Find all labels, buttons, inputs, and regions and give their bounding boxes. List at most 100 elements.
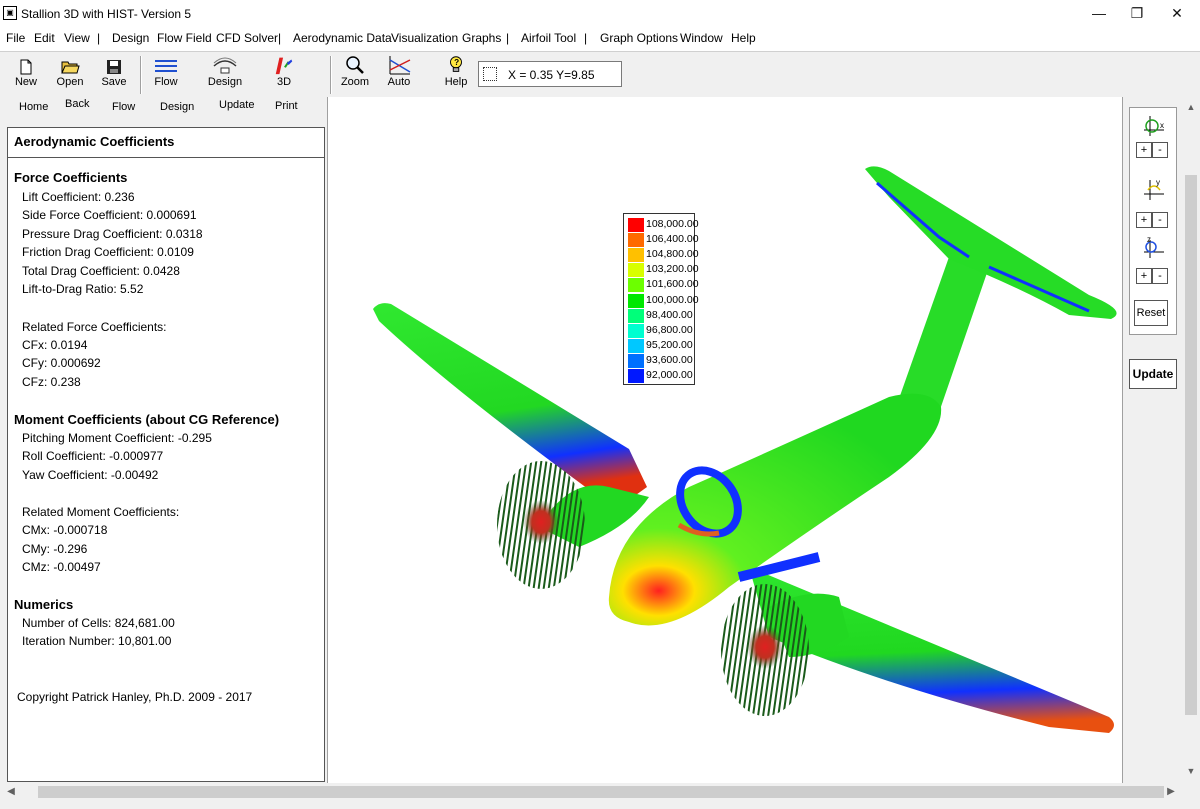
nav-flow[interactable]: Flow	[112, 101, 135, 113]
open-label: Open	[56, 76, 84, 88]
legend-swatch	[628, 369, 644, 383]
design-button[interactable]: Design	[205, 54, 245, 88]
application-window: ▣ Stallion 3D with HIST- Version 5 — ❐ ✕…	[0, 0, 1200, 809]
horizontal-scroll-thumb[interactable]	[38, 786, 1164, 798]
y-rotate-plus-button[interactable]: +	[1136, 212, 1152, 228]
iteration-number: Iteration Number: 10,801.00	[22, 634, 172, 648]
vertical-scroll-thumb[interactable]	[1185, 175, 1197, 715]
horizontal-scrollbar[interactable]: ◀ ▶	[0, 783, 1200, 801]
horizontal-tail	[865, 166, 1117, 319]
new-label: New	[14, 76, 37, 88]
new-button[interactable]: New	[12, 54, 40, 88]
menu-aerodynamic-data[interactable]: Aerodynamic Data	[293, 31, 392, 45]
menu-bar: File Edit View | Design Flow Field CFD S…	[0, 28, 1200, 50]
scroll-right-icon[interactable]: ▶	[1162, 783, 1180, 801]
menu-separator: |	[506, 31, 510, 45]
flow-lines-icon	[155, 60, 177, 72]
scroll-left-icon[interactable]: ◀	[2, 783, 20, 801]
menu-help[interactable]: Help	[731, 31, 756, 45]
pressure-legend: 108,000.00 106,400.00 104,800.00 103,200.00…	[623, 213, 699, 385]
help-label: Help	[444, 76, 468, 88]
x-rotate-minus-button[interactable]: -	[1152, 142, 1168, 158]
help-button[interactable]: ? Help	[442, 54, 470, 88]
roll-coefficient: Roll Coefficient: -0.000977	[22, 449, 164, 463]
auto-button[interactable]: Auto	[384, 54, 414, 88]
z-rotate-minus-button[interactable]: -	[1152, 268, 1168, 284]
new-file-icon	[20, 59, 32, 75]
force-section-title: Force Coefficients	[14, 170, 128, 185]
nav-back[interactable]: Back	[65, 98, 89, 110]
magnifier-icon	[346, 56, 364, 74]
pressure-drag-coefficient: Pressure Drag Coefficient: 0.0318	[22, 227, 203, 241]
3d-viewport[interactable]: 108,000.00 106,400.00 104,800.00 103,200.00…	[329, 97, 1122, 783]
legend-label: 98,400.00	[646, 308, 693, 321]
aircraft-pressure-render	[373, 166, 1117, 733]
legend-row: 100,000.00	[626, 293, 699, 308]
nav-home[interactable]: Home	[19, 101, 48, 113]
menu-graph-options[interactable]: Graph Options	[600, 31, 678, 45]
svg-text:?: ?	[454, 58, 459, 67]
menu-design[interactable]: Design	[112, 31, 149, 45]
cmy-value: CMy: -0.296	[22, 542, 88, 556]
menu-flow-field[interactable]: Flow Field	[157, 31, 212, 45]
3d-button[interactable]: 3D	[268, 54, 300, 88]
lift-coefficient: Lift Coefficient: 0.236	[22, 190, 135, 204]
z-rotate-plus-button[interactable]: +	[1136, 268, 1152, 284]
nav-print[interactable]: Print	[275, 100, 298, 112]
z-axis-rotate-icon: z	[1144, 236, 1164, 258]
zoom-button[interactable]: Zoom	[340, 54, 370, 88]
x-rotate-plus-button[interactable]: +	[1136, 142, 1152, 158]
title-bar: ▣ Stallion 3D with HIST- Version 5 — ❐ ✕	[0, 0, 1200, 28]
menu-graphs[interactable]: Graphs	[462, 31, 501, 45]
scroll-up-icon[interactable]: ▲	[1182, 99, 1200, 115]
nav-update[interactable]: Update	[219, 99, 254, 111]
cmx-value: CMx: -0.000718	[22, 523, 108, 537]
legend-row: 101,600.00	[626, 277, 699, 293]
coefficients-title: Aerodynamic Coefficients	[14, 134, 175, 149]
legend-swatch	[628, 338, 644, 353]
legend-row: 108,000.00	[626, 217, 699, 232]
legend-label: 104,800.00	[646, 248, 699, 261]
toolbar-separator	[140, 56, 142, 94]
copyright-text: Copyright Patrick Hanley, Ph.D. 2009 - 2…	[17, 690, 253, 704]
legend-swatch	[628, 323, 644, 338]
pitching-moment-coefficient: Pitching Moment Coefficient: -0.295	[22, 431, 212, 445]
app-icon: ▣	[3, 6, 17, 20]
close-icon[interactable]: ✕	[1154, 2, 1200, 26]
reset-button[interactable]: Reset	[1134, 300, 1168, 326]
svg-text:y: y	[1156, 178, 1160, 187]
legend-row: 92,000.00	[626, 368, 694, 383]
menu-cfd-solver[interactable]: CFD Solver	[216, 31, 278, 45]
legend-label: 96,800.00	[646, 323, 693, 336]
menu-airfoil-tool[interactable]: Airfoil Tool	[521, 31, 576, 45]
cfy-value: CFy: 0.000692	[22, 356, 101, 370]
update-button[interactable]: Update	[1129, 359, 1177, 389]
side-force-coefficient: Side Force Coefficient: 0.000691	[22, 208, 197, 222]
open-button[interactable]: Open	[54, 54, 86, 88]
menu-window[interactable]: Window	[680, 31, 723, 45]
vertical-scrollbar[interactable]: ▲ ▼	[1182, 97, 1200, 783]
save-button[interactable]: Save	[100, 54, 128, 88]
3d-label: 3D	[276, 76, 292, 88]
legend-swatch	[628, 218, 644, 232]
menu-visualization[interactable]: Visualization	[391, 31, 458, 45]
coordinate-value: X = 0.35 Y=9.85	[508, 68, 595, 82]
right-panel: x + - y + - z + - Reset Update	[1122, 97, 1182, 783]
y-rotate-minus-button[interactable]: -	[1152, 212, 1168, 228]
menu-separator: |	[97, 31, 101, 45]
scroll-down-icon[interactable]: ▼	[1182, 763, 1200, 779]
crosshair-icon	[483, 67, 497, 81]
nav-bar: Home Back Flow Design Update Print	[0, 97, 328, 121]
menu-file[interactable]: File	[6, 31, 25, 45]
left-wing	[373, 303, 647, 507]
coefficients-header: Aerodynamic Coefficients	[8, 128, 324, 158]
coordinate-readout: X = 0.35 Y=9.85	[478, 61, 622, 87]
legend-label: 92,000.00	[646, 369, 693, 381]
cmz-value: CMz: -0.00497	[22, 560, 101, 574]
menu-edit[interactable]: Edit	[34, 31, 55, 45]
design-label: Design	[207, 76, 243, 88]
related-moment-title: Related Moment Coefficients:	[22, 505, 180, 519]
menu-view[interactable]: View	[64, 31, 90, 45]
flow-button[interactable]: Flow	[150, 54, 182, 88]
nav-design[interactable]: Design	[160, 101, 194, 113]
